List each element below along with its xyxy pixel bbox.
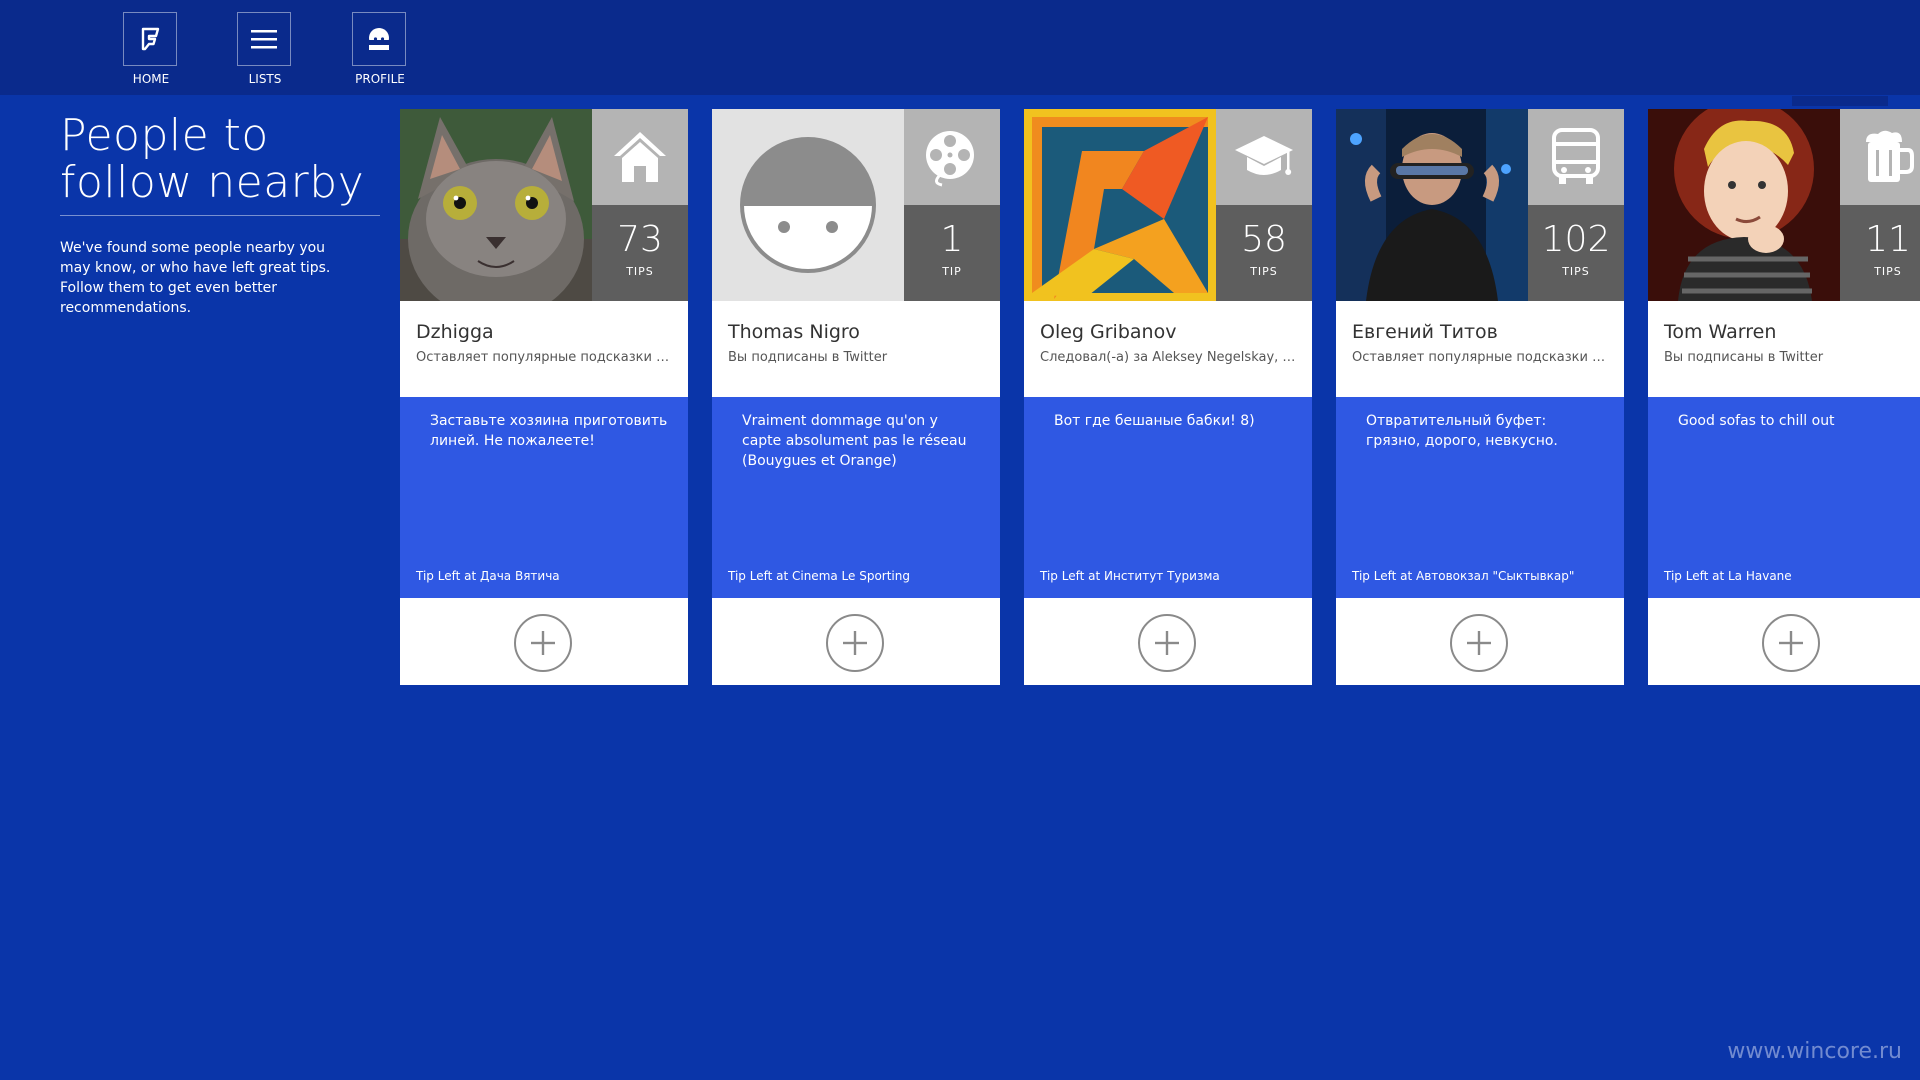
tips-count: 73 <box>617 219 663 260</box>
page-title-line1: People to <box>60 110 269 161</box>
follow-action <box>400 598 688 685</box>
cartoon-portrait-image <box>1648 109 1840 301</box>
person-photo <box>1024 109 1216 301</box>
follow-action <box>1024 598 1312 685</box>
person-info: Oleg Gribanov Следовал(-а) за Aleksey Ne… <box>1024 301 1312 397</box>
tip-panel[interactable]: Отвратительный буфет: грязно, дорого, не… <box>1336 397 1624 598</box>
tip-text: Заставьте хозяина приготовить линей. Не … <box>430 413 668 449</box>
page-title-line2: follow nearby <box>60 157 365 208</box>
tip-panel[interactable]: Заставьте хозяина приготовить линей. Не … <box>400 397 688 598</box>
tips-unit: TIPS <box>626 265 654 278</box>
person-photo <box>400 109 592 301</box>
home-label: HOME <box>132 72 170 86</box>
person-info: Thomas Nigro Вы подписаны в Twitter <box>712 301 1000 397</box>
film-reel-icon <box>926 131 974 187</box>
profile-icon <box>369 28 389 50</box>
person-subtitle: Оставляет популярные подсказки в К... <box>416 350 676 365</box>
person-photo <box>1336 109 1528 301</box>
person-card[interactable]: 73 TIPS Dzhigga Оставляет популярные под… <box>400 109 688 685</box>
person-subtitle: Вы подписаны в Twitter <box>728 350 888 365</box>
follow-action <box>1648 598 1920 685</box>
page-description: We've found some people nearby you may k… <box>60 240 331 316</box>
category-tile <box>1528 109 1624 205</box>
tips-count-tile: 11 TIPS <box>1840 205 1920 301</box>
tips-count: 11 <box>1865 219 1911 260</box>
beer-mug-icon <box>1866 130 1914 182</box>
person-card[interactable]: 11 TIPS Tom Warren Вы подписаны в Twitte… <box>1648 109 1920 685</box>
home-icon <box>614 132 666 182</box>
person-card[interactable]: 58 TIPS Oleg Gribanov Следовал(-а) за Al… <box>1024 109 1312 685</box>
person-info: Tom Warren Вы подписаны в Twitter <box>1648 301 1920 397</box>
watermark: www.wincore.ru <box>1727 1039 1902 1064</box>
person-card[interactable]: 1 TIP Thomas Nigro Вы подписаны в Twitte… <box>712 109 1000 685</box>
follow-action <box>712 598 1000 685</box>
person-name[interactable]: Thomas Nigro <box>728 321 1000 343</box>
tips-count: 102 <box>1541 219 1611 260</box>
tip-location[interactable]: Tip Left at Дача Вятича <box>416 569 560 583</box>
k-logo-image <box>1024 109 1216 301</box>
person-name[interactable]: Dzhigga <box>416 321 688 343</box>
profile-button[interactable]: PROFILE <box>352 12 408 86</box>
tip-panel[interactable]: Vraiment dommage qu'on y capte absolumen… <box>712 397 1000 598</box>
follow-plus-button[interactable] <box>513 613 573 673</box>
title-divider <box>60 215 380 216</box>
profile-label: PROFILE <box>355 72 405 86</box>
tip-text: Vraiment dommage qu'on y capte absolumen… <box>742 413 967 469</box>
lists-button[interactable]: LISTS <box>237 12 293 86</box>
lists-label: LISTS <box>248 72 282 86</box>
foursquare-logo-icon <box>141 27 160 51</box>
intro-panel: People to follow nearby We've found some… <box>60 112 380 318</box>
man-visor-image <box>1336 109 1528 301</box>
cat-photo-image <box>400 109 592 301</box>
tips-unit: TIPS <box>1250 265 1278 278</box>
person-photo <box>1648 109 1840 301</box>
person-name[interactable]: Евгений Титов <box>1352 321 1624 343</box>
tip-panel[interactable]: Good sofas to chill out Tip Left at La H… <box>1648 397 1920 598</box>
tips-unit: TIPS <box>1874 265 1902 278</box>
category-tile <box>592 109 688 205</box>
category-tile <box>1216 109 1312 205</box>
person-name[interactable]: Tom Warren <box>1664 321 1920 343</box>
tips-count-tile: 58 TIPS <box>1216 205 1312 301</box>
bus-icon <box>1552 128 1600 184</box>
page-title: People to follow nearby <box>60 112 380 206</box>
follow-action <box>1336 598 1624 685</box>
tips-count-tile: 1 TIP <box>904 205 1000 301</box>
person-info: Dzhigga Оставляет популярные подсказки в… <box>400 301 688 397</box>
tip-location[interactable]: Tip Left at Институт Туризма <box>1040 569 1220 583</box>
person-subtitle: Вы подписаны в Twitter <box>1664 350 1824 365</box>
tip-text: Вот где бешаные бабки! 8) <box>1054 413 1255 429</box>
person-info: Евгений Титов Оставляет популярные подск… <box>1336 301 1624 397</box>
follow-plus-button[interactable] <box>825 613 885 673</box>
list-icon <box>251 30 277 49</box>
tips-count: 1 <box>940 219 964 260</box>
person-photo <box>712 109 904 301</box>
person-card[interactable]: 102 TIPS Евгений Титов Оставляет популяр… <box>1336 109 1624 685</box>
tips-count-tile: 73 TIPS <box>592 205 688 301</box>
tips-unit: TIPS <box>1562 265 1590 278</box>
tip-panel[interactable]: Вот где бешаные бабки! 8) Tip Left at Ин… <box>1024 397 1312 598</box>
tip-location[interactable]: Tip Left at Автовокзал "Сыктывкар" <box>1352 569 1574 583</box>
tip-text: Отвратительный буфет: грязно, дорого, не… <box>1366 413 1558 449</box>
follow-plus-button[interactable] <box>1761 613 1821 673</box>
tip-location[interactable]: Tip Left at Cinema Le Sporting <box>728 569 910 583</box>
home-button[interactable]: HOME <box>123 12 179 86</box>
tips-count-tile: 102 TIPS <box>1528 205 1624 301</box>
person-subtitle: Оставляет популярные подсказки в К... <box>1352 350 1612 365</box>
tips-count: 58 <box>1241 219 1287 260</box>
person-name[interactable]: Oleg Gribanov <box>1040 321 1312 343</box>
follow-plus-button[interactable] <box>1449 613 1509 673</box>
tip-text: Good sofas to chill out <box>1678 413 1835 429</box>
follow-plus-button[interactable] <box>1137 613 1197 673</box>
category-tile <box>904 109 1000 205</box>
person-subtitle: Следовал(-а) за Aleksey Negelskay, Вл... <box>1040 350 1300 365</box>
tips-unit: TIP <box>942 265 962 278</box>
default-avatar-image <box>712 109 904 301</box>
graduation-cap-icon <box>1235 136 1293 175</box>
app-bar: HOME LISTS PROFILE <box>0 0 1920 95</box>
card-clip: 11 TIPS Tom Warren Вы подписаны в Twitte… <box>1648 0 1920 1080</box>
tip-location[interactable]: Tip Left at La Havane <box>1664 569 1792 583</box>
category-tile <box>1840 109 1920 205</box>
